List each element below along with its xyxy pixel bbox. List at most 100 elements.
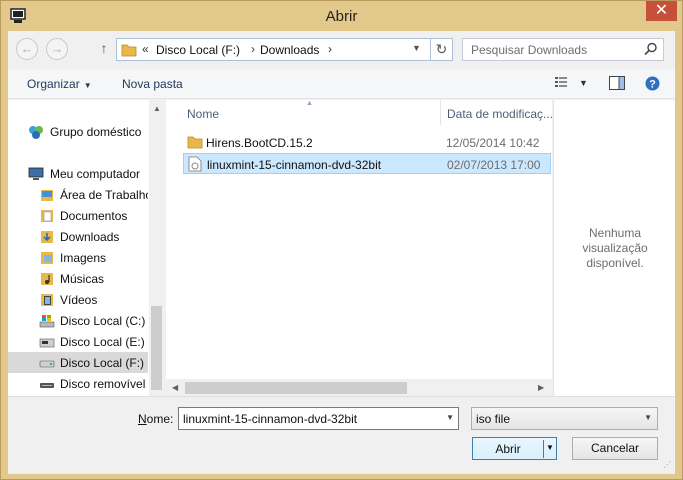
up-button[interactable]: ↑ bbox=[96, 40, 112, 58]
forward-button[interactable]: → bbox=[46, 38, 68, 60]
view-options-icon[interactable] bbox=[555, 76, 571, 90]
filename-label-text: ome: bbox=[146, 412, 174, 426]
nav-item-label: Músicas bbox=[60, 272, 105, 286]
file-date: 12/05/2014 10:42 bbox=[446, 136, 540, 150]
new-folder-button[interactable]: Nova pasta bbox=[122, 77, 183, 91]
title-bar[interactable]: Abrir ✕ bbox=[1, 1, 682, 31]
folder-icon bbox=[187, 136, 203, 149]
removable-drive-icon bbox=[40, 383, 54, 388]
cancel-button[interactable]: Cancelar bbox=[572, 437, 658, 460]
file-type-select[interactable]: iso file ▼ bbox=[471, 407, 658, 430]
dialog-footer: Nome: linuxmint-15-cinnamon-dvd-32bit ▼ … bbox=[8, 396, 675, 474]
svg-text:?: ? bbox=[649, 79, 656, 91]
column-header-name[interactable]: Nome ▲ bbox=[166, 100, 440, 125]
nav-item-documents[interactable]: Documentos bbox=[8, 205, 148, 226]
resize-grip-icon[interactable]: ⋰ bbox=[663, 460, 671, 469]
scroll-up-icon[interactable]: ▲ bbox=[153, 104, 161, 113]
preview-line: Nenhuma bbox=[588, 226, 642, 240]
videos-icon bbox=[41, 294, 53, 306]
file-type-value: iso file bbox=[476, 412, 511, 426]
nav-item-label: Disco Local (F:) bbox=[60, 356, 145, 370]
file-list-hscrollbar[interactable]: ◀ ▶ bbox=[166, 379, 552, 396]
open-button[interactable]: Abrir ▼ bbox=[472, 437, 557, 460]
address-bar[interactable]: « Disco Local (F:) › Downloads › ▼ bbox=[116, 38, 431, 61]
nav-scroll-thumb[interactable] bbox=[151, 306, 162, 390]
column-name-label: Nome bbox=[187, 107, 220, 121]
nav-scrollbar[interactable]: ▲ bbox=[149, 100, 163, 396]
back-button[interactable]: ← bbox=[16, 38, 38, 60]
filename-combobox[interactable]: linuxmint-15-cinnamon-dvd-32bit ▼ bbox=[178, 407, 459, 430]
nav-item-label: Documentos bbox=[60, 209, 128, 223]
nav-item-homegroup[interactable]: Grupo doméstico bbox=[8, 121, 148, 142]
pictures-icon bbox=[41, 252, 53, 264]
nav-item-music[interactable]: Músicas bbox=[8, 268, 148, 289]
nav-item-downloads[interactable]: Downloads bbox=[8, 226, 148, 247]
chevron-down-icon[interactable]: ▼ bbox=[446, 413, 454, 422]
split-divider bbox=[543, 440, 544, 458]
downloads-icon bbox=[41, 231, 53, 243]
nav-item-drive-f[interactable]: Disco Local (F:) bbox=[8, 352, 148, 373]
help-icon[interactable]: ? bbox=[645, 76, 660, 91]
file-name: linuxmint-15-cinnamon-dvd-32bit bbox=[207, 158, 382, 172]
nav-item-drive-e[interactable]: Disco Local (E:) bbox=[8, 331, 148, 352]
nav-item-videos[interactable]: Vídeos bbox=[8, 289, 148, 310]
documents-icon bbox=[41, 210, 53, 222]
breadcrumb-drive-f[interactable]: Disco Local (F:) bbox=[156, 43, 240, 57]
column-date-label: Data de modificaç... bbox=[447, 107, 554, 121]
preview-pane-icon[interactable] bbox=[609, 76, 625, 91]
drive-f-icon bbox=[39, 360, 55, 368]
nav-item-drive-c[interactable]: Disco Local (C:) bbox=[8, 310, 148, 331]
nav-item-label: Meu computador bbox=[50, 167, 141, 181]
music-icon bbox=[41, 273, 53, 285]
chevron-down-icon[interactable]: ▼ bbox=[644, 413, 652, 422]
nav-item-label: Grupo doméstico bbox=[50, 125, 142, 139]
file-row[interactable]: linuxmint-15-cinnamon-dvd-32bit 02/07/20… bbox=[183, 153, 551, 174]
breadcrumb-separator[interactable]: › bbox=[251, 42, 255, 56]
nav-item-pictures[interactable]: Imagens bbox=[8, 247, 148, 268]
nav-item-computer[interactable]: Meu computador bbox=[8, 163, 148, 184]
nav-item-label: Downloads bbox=[60, 230, 120, 244]
scroll-right-icon[interactable]: ▶ bbox=[538, 383, 544, 392]
column-header-date[interactable]: Data de modificaç... bbox=[441, 100, 554, 125]
organize-button[interactable]: Organizar ▼ bbox=[27, 77, 92, 91]
open-button-label: Abrir bbox=[495, 442, 521, 456]
filename-value[interactable]: linuxmint-15-cinnamon-dvd-32bit bbox=[183, 412, 357, 426]
address-dropdown-icon[interactable]: ▼ bbox=[412, 43, 421, 53]
preview-line: visualização bbox=[582, 241, 648, 255]
homegroup-icon bbox=[29, 126, 43, 139]
drive-e-icon bbox=[39, 338, 55, 348]
search-icon[interactable] bbox=[643, 41, 659, 57]
nav-item-label: Disco Local (E:) bbox=[60, 335, 145, 349]
refresh-button[interactable]: ↻ bbox=[431, 38, 453, 61]
iso-file-icon bbox=[188, 156, 202, 172]
breadcrumb-overflow[interactable]: « bbox=[142, 42, 149, 56]
search-placeholder: Pesquisar Downloads bbox=[471, 43, 588, 57]
nav-item-removable-drive[interactable]: Disco removível ( bbox=[8, 373, 148, 394]
scroll-left-icon[interactable]: ◀ bbox=[172, 383, 178, 392]
open-options-dropdown-icon[interactable]: ▼ bbox=[546, 443, 554, 452]
open-dialog-window: Abrir ✕ ← → ↑ « Disco Local (F:) › Downl… bbox=[0, 0, 683, 480]
file-row[interactable]: Hirens.BootCD.15.2 12/05/2014 10:42 bbox=[183, 132, 551, 153]
file-name: Hirens.BootCD.15.2 bbox=[206, 136, 313, 150]
search-input[interactable]: Pesquisar Downloads bbox=[462, 38, 664, 61]
view-dropdown-icon[interactable]: ▼ bbox=[579, 78, 588, 88]
chevron-down-icon: ▼ bbox=[83, 81, 92, 90]
nav-item-label: Vídeos bbox=[60, 293, 98, 307]
nav-item-label: Área de Trabalho bbox=[60, 188, 148, 202]
breadcrumb-downloads[interactable]: Downloads bbox=[260, 43, 319, 57]
filename-label: Nome: bbox=[138, 412, 173, 426]
folder-icon bbox=[41, 190, 53, 201]
sort-ascending-icon: ▲ bbox=[306, 100, 313, 107]
close-button[interactable]: ✕ bbox=[646, 1, 677, 21]
nav-item-desktop[interactable]: Área de Trabalho bbox=[8, 184, 148, 205]
drive-c-icon bbox=[39, 315, 55, 328]
filename-label-accel: N bbox=[138, 412, 147, 426]
folder-icon bbox=[121, 44, 137, 57]
hscroll-thumb[interactable] bbox=[185, 382, 407, 394]
computer-icon bbox=[28, 167, 44, 180]
breadcrumb-separator[interactable]: › bbox=[328, 42, 332, 56]
preview-line: disponível. bbox=[586, 256, 644, 270]
nav-item-label: Disco removível ( bbox=[60, 377, 148, 391]
command-toolbar: Organizar ▼ Nova pasta ▼ ? bbox=[8, 69, 675, 99]
dialog-client-area: ← → ↑ « Disco Local (F:) › Downloads › ▼… bbox=[8, 31, 675, 474]
